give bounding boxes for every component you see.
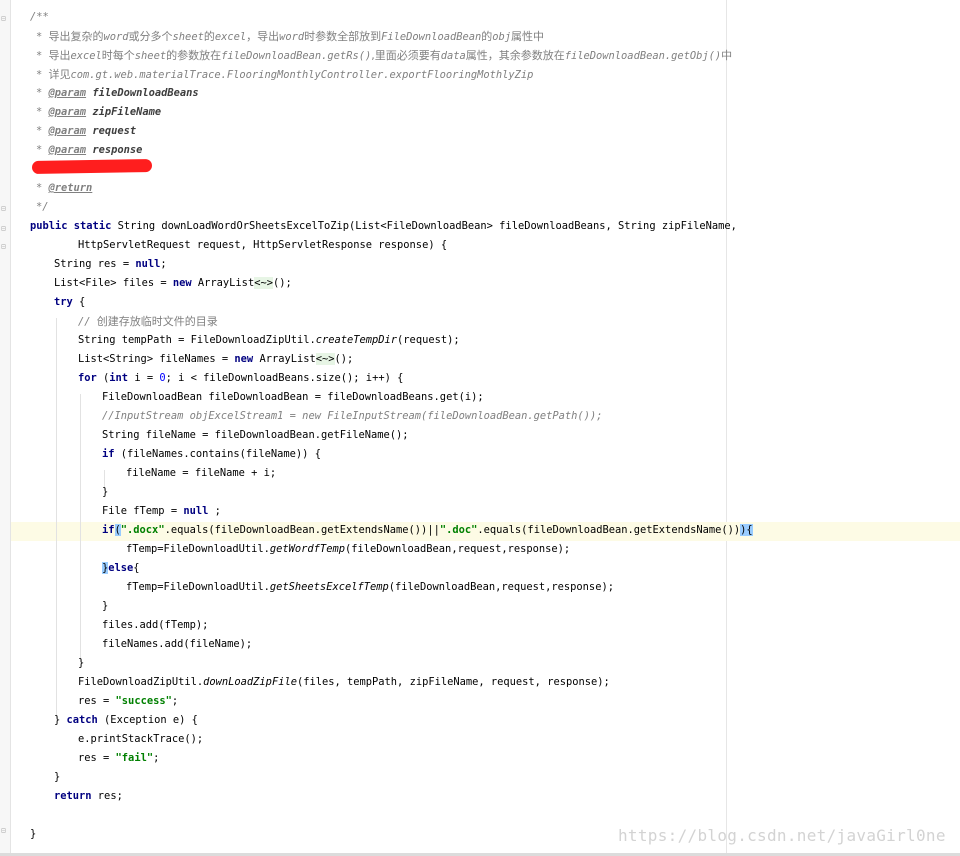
code-line: List<File> files = new ArrayList<~>(); bbox=[54, 277, 292, 289]
code-line: return res; bbox=[54, 790, 123, 802]
redaction-scribble bbox=[31, 158, 153, 175]
method-signature-cont: HttpServletRequest request, HttpServletR… bbox=[78, 239, 448, 251]
code-line: String tempPath = FileDownloadZipUtil.cr… bbox=[78, 334, 460, 346]
code-line: e.printStackTrace(); bbox=[78, 733, 204, 745]
code-line: } bbox=[102, 486, 109, 498]
code-line: } bbox=[54, 771, 61, 783]
code-line: res = "fail"; bbox=[78, 752, 160, 764]
code-line: try { bbox=[54, 296, 86, 308]
code-line: fileNames.add(fileName); bbox=[102, 638, 253, 650]
javadoc-line: * 导出复杂的word或分多个sheet的excel，导出word时参数全部放到… bbox=[36, 30, 545, 43]
javadoc-open: /** bbox=[30, 11, 49, 23]
code-line: } catch (Exception e) { bbox=[54, 714, 198, 726]
javadoc-param: * @param zipFileName bbox=[36, 106, 162, 118]
code-line: String res = null; bbox=[54, 258, 167, 270]
line-comment: // 创建存放临时文件的目录 bbox=[78, 315, 218, 328]
fold-icon[interactable]: ⊟ bbox=[1, 242, 8, 251]
javadoc-line: * 详见com.gt.web.materialTrace.FlooringMon… bbox=[36, 68, 534, 81]
code-line: if (fileNames.contains(fileName)) { bbox=[102, 448, 321, 460]
code-line: FileDownloadZipUtil.downLoadZipFile(file… bbox=[78, 676, 610, 688]
code-line: List<String> fileNames = new ArrayList<~… bbox=[78, 353, 354, 365]
code-line: for (int i = 0; i < fileDownloadBeans.si… bbox=[78, 372, 404, 384]
code-line: fTemp=FileDownloadUtil.getSheetsExcelfTe… bbox=[126, 581, 614, 593]
method-signature: public static String downLoadWordOrSheet… bbox=[30, 220, 737, 232]
right-margin-guide bbox=[726, 0, 727, 856]
line-comment: //InputStream objExcelStream1 = new File… bbox=[102, 410, 603, 422]
javadoc-line: * 导出excel时每个sheet的参数放在fileDownloadBean.g… bbox=[36, 49, 733, 62]
code-line: } bbox=[78, 657, 85, 669]
javadoc-return: * @return bbox=[36, 182, 93, 194]
fold-icon[interactable]: ⊟ bbox=[1, 826, 8, 835]
fold-icon[interactable]: ⊟ bbox=[1, 14, 8, 23]
code-line: } bbox=[30, 828, 37, 840]
code-line: fTemp=FileDownloadUtil.getWordfTemp(file… bbox=[126, 543, 571, 555]
code-line: }else{ bbox=[102, 562, 140, 574]
code-line: String fileName = fileDownloadBean.getFi… bbox=[102, 429, 409, 441]
fold-icon[interactable]: ⊟ bbox=[1, 224, 8, 233]
code-line: File fTemp = null ; bbox=[102, 505, 221, 517]
indent-guide bbox=[80, 394, 81, 662]
code-line-current: if(".docx".equals(fileDownloadBean.getEx… bbox=[102, 524, 753, 536]
javadoc-param: * @param response bbox=[36, 144, 143, 156]
code-line: } bbox=[102, 600, 109, 612]
watermark: https://blog.csdn.net/javaGirl0ne bbox=[618, 826, 946, 845]
javadoc-param: * @param fileDownloadBeans bbox=[36, 87, 199, 99]
code-line: FileDownloadBean fileDownloadBean = file… bbox=[102, 391, 484, 403]
code-line: files.add(fTemp); bbox=[102, 619, 209, 631]
indent-guide bbox=[56, 318, 57, 718]
code-line: fileName = fileName + i; bbox=[126, 467, 277, 479]
javadoc-param: * @param request bbox=[36, 125, 137, 137]
code-line: res = "success"; bbox=[78, 695, 179, 707]
editor-gutter: ⊟ ⊟ ⊟ ⊟ ⊟ bbox=[0, 0, 11, 856]
javadoc-close: */ bbox=[36, 201, 49, 213]
fold-icon[interactable]: ⊟ bbox=[1, 204, 8, 213]
